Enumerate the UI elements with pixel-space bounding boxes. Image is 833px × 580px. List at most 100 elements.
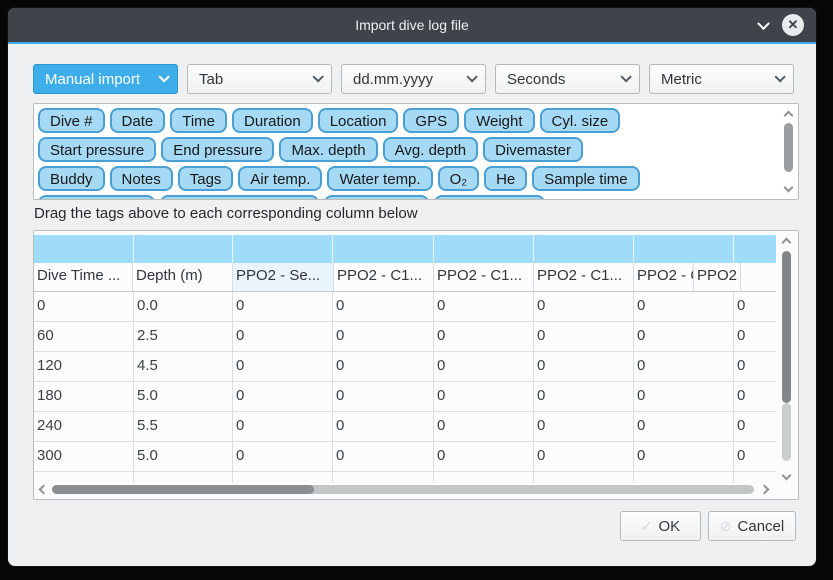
field-tag[interactable]: GPS xyxy=(403,108,459,133)
field-tag[interactable]: Notes xyxy=(110,166,173,191)
field-tag[interactable]: Divemaster xyxy=(483,137,583,162)
table-cell[interactable]: 0 xyxy=(233,322,333,351)
table-cell[interactable]: 0 xyxy=(434,412,534,441)
drop-target-cell[interactable] xyxy=(134,235,233,263)
field-tag[interactable]: Sample CNS xyxy=(434,195,545,200)
field-tag[interactable]: Weight xyxy=(464,108,534,133)
table-cell[interactable]: 0 xyxy=(534,352,634,381)
table-cell[interactable]: 0 xyxy=(734,322,776,351)
scroll-down-icon[interactable] xyxy=(782,471,792,481)
table-cell[interactable]: 0 xyxy=(734,442,776,471)
table-cell[interactable]: 0 xyxy=(734,352,776,381)
table-cell[interactable]: 0 xyxy=(634,352,734,381)
table-cell[interactable]: 0 xyxy=(333,292,434,321)
scroll-left-icon[interactable] xyxy=(39,485,49,495)
table-cell[interactable]: 0 xyxy=(634,292,734,321)
table-cell[interactable]: 60 xyxy=(34,322,134,351)
field-tag[interactable]: Start pressure xyxy=(38,137,156,162)
table-cell[interactable]: 0 xyxy=(534,322,634,351)
date-format-select[interactable]: dd.mm.yyyy xyxy=(341,64,486,94)
scroll-down-icon[interactable] xyxy=(784,183,794,193)
column-header[interactable]: PPO2 - C1... xyxy=(434,263,534,291)
scrollbar-track[interactable] xyxy=(782,403,791,461)
table-cell[interactable]: 0 xyxy=(34,292,134,321)
table-cell[interactable]: 0 xyxy=(534,382,634,411)
column-header[interactable]: PPO2 - Se... xyxy=(233,263,334,291)
column-header[interactable]: Depth (m) xyxy=(133,263,233,291)
table-cell[interactable]: 180 xyxy=(34,382,134,411)
field-tag[interactable]: Sample depth xyxy=(38,195,155,200)
field-tag[interactable]: Tags xyxy=(178,166,234,191)
scroll-up-icon[interactable] xyxy=(782,238,792,248)
drop-target-cell[interactable] xyxy=(534,235,634,263)
table-cell[interactable]: 120 xyxy=(34,352,134,381)
units-select[interactable]: Metric xyxy=(649,64,794,94)
drop-target-cell[interactable] xyxy=(634,235,734,263)
table-cell[interactable]: 0 xyxy=(534,292,634,321)
table-cell[interactable]: 0 xyxy=(434,442,534,471)
field-separator-select[interactable]: Tab xyxy=(187,64,332,94)
table-cell[interactable]: 0 xyxy=(534,442,634,471)
import-mode-select[interactable]: Manual import xyxy=(33,64,178,94)
scroll-right-icon[interactable] xyxy=(760,485,770,495)
field-tag[interactable]: He xyxy=(484,166,527,191)
table-cell[interactable]: 0 xyxy=(734,412,776,441)
scroll-up-icon[interactable] xyxy=(784,111,794,121)
table-cell[interactable]: 0 xyxy=(734,382,776,411)
scrollbar-thumb[interactable] xyxy=(782,251,791,403)
table-cell[interactable]: 5.0 xyxy=(134,382,233,411)
field-tag[interactable]: Sample pO₂ xyxy=(324,195,429,200)
field-tag[interactable]: O₂ xyxy=(438,166,480,191)
table-vertical-scrollbar[interactable] xyxy=(780,235,794,481)
drop-target-cell[interactable] xyxy=(434,235,534,263)
column-header[interactable]: PPO2 xyxy=(694,263,741,291)
table-cell[interactable]: 0 xyxy=(333,442,434,471)
field-tag[interactable]: Air temp. xyxy=(238,166,322,191)
field-tag[interactable]: Water temp. xyxy=(327,166,432,191)
table-cell[interactable]: 0 xyxy=(434,292,534,321)
duration-format-select[interactable]: Seconds xyxy=(495,64,640,94)
column-header[interactable]: PPO2 - C1... xyxy=(334,263,434,291)
tagbox-scrollbar[interactable] xyxy=(782,106,796,197)
field-tag[interactable]: Sample temperature xyxy=(160,195,320,200)
table-horizontal-scrollbar[interactable] xyxy=(38,483,768,496)
drop-target-cell[interactable] xyxy=(34,235,134,263)
column-header[interactable]: PPO2 - C1... xyxy=(634,263,694,291)
field-tag[interactable]: Cyl. size xyxy=(540,108,621,133)
table-cell[interactable]: 0 xyxy=(534,412,634,441)
field-tag[interactable]: Date xyxy=(110,108,166,133)
table-cell[interactable]: 0 xyxy=(333,412,434,441)
cancel-button[interactable]: ⊘ Cancel xyxy=(708,511,796,541)
field-tag[interactable]: Max. depth xyxy=(279,137,377,162)
table-cell[interactable]: 0 xyxy=(634,382,734,411)
field-tag[interactable]: End pressure xyxy=(161,137,274,162)
drop-target-cell[interactable] xyxy=(734,235,776,263)
table-cell[interactable]: 0 xyxy=(434,322,534,351)
table-cell[interactable]: 0 xyxy=(634,412,734,441)
table-cell[interactable]: 5.5 xyxy=(134,412,233,441)
field-tag[interactable]: Time xyxy=(170,108,227,133)
field-tag[interactable]: Dive # xyxy=(38,108,105,133)
table-cell[interactable]: 0 xyxy=(734,292,776,321)
scrollbar-thumb[interactable] xyxy=(784,123,793,172)
ok-button[interactable]: ✓ OK xyxy=(620,511,701,541)
table-cell[interactable]: 0 xyxy=(233,382,333,411)
table-cell[interactable]: 0 xyxy=(333,382,434,411)
field-tag[interactable]: Avg. depth xyxy=(383,137,478,162)
table-cell[interactable]: 0 xyxy=(634,442,734,471)
drop-target-cell[interactable] xyxy=(233,235,333,263)
table-cell[interactable]: 0 xyxy=(233,412,333,441)
table-cell[interactable]: 0 xyxy=(233,292,333,321)
drop-target-cell[interactable] xyxy=(333,235,434,263)
field-tag[interactable]: Sample time xyxy=(532,166,639,191)
close-button[interactable]: ✕ xyxy=(782,14,804,36)
field-tag[interactable]: Location xyxy=(318,108,399,133)
table-cell[interactable]: 0 xyxy=(333,352,434,381)
chevron-down-icon[interactable] xyxy=(757,17,770,30)
table-cell[interactable]: 0 xyxy=(233,442,333,471)
field-tag[interactable]: Buddy xyxy=(38,166,105,191)
table-cell[interactable]: 0 xyxy=(634,322,734,351)
table-cell[interactable]: 0 xyxy=(233,352,333,381)
table-cell[interactable]: 300 xyxy=(34,442,134,471)
table-cell[interactable]: 0.0 xyxy=(134,292,233,321)
